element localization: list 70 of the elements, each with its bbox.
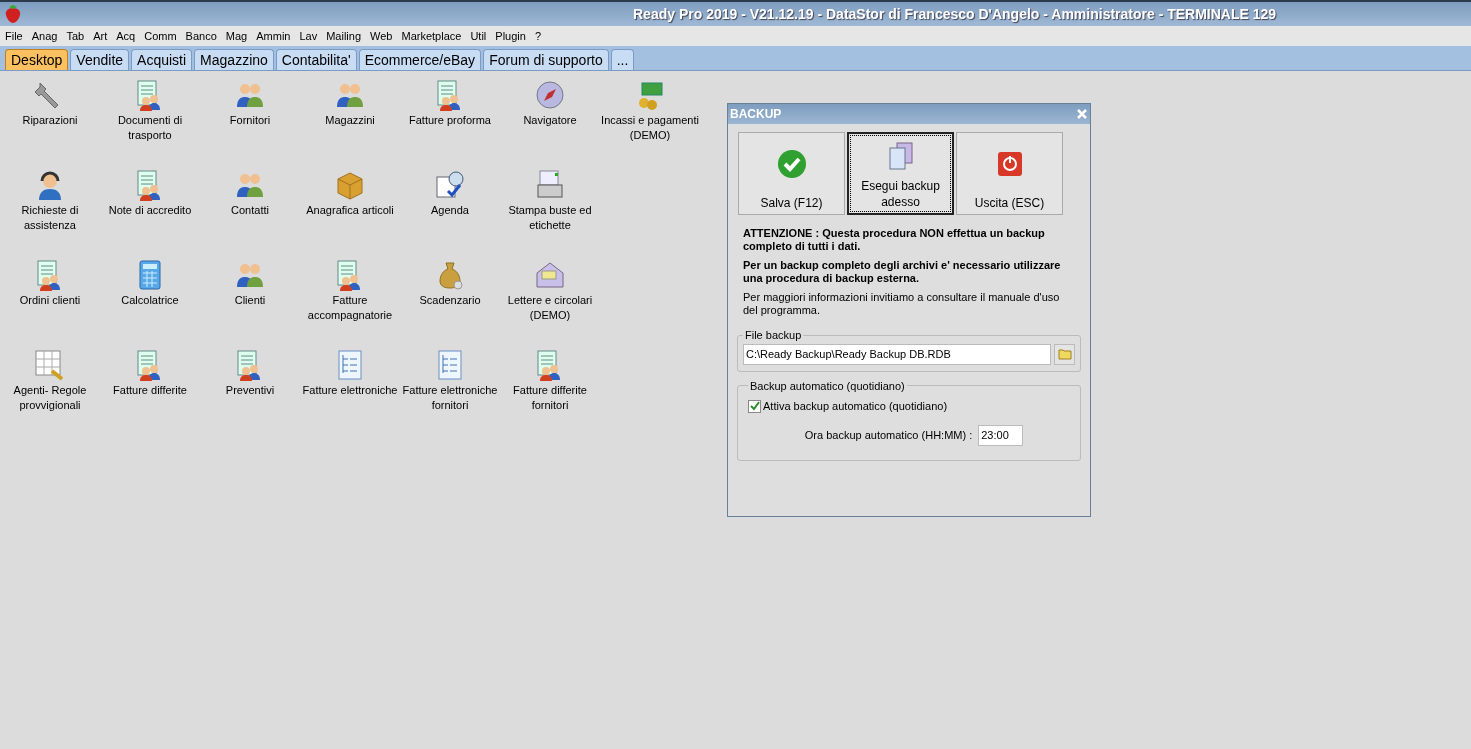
shortcut-label[interactable]: Magazzini [301,113,399,128]
folder-icon [1057,348,1072,360]
close-icon[interactable] [1076,108,1088,120]
menu-item[interactable]: Mag [225,27,248,45]
shortcut-label[interactable]: Fatture differite [101,383,199,398]
shortcut-label[interactable]: Clienti [201,293,299,308]
menu-item[interactable]: Web [370,27,393,45]
shortcut-label[interactable]: Richieste di assistenza [1,203,99,233]
shortcut-label[interactable]: Calcolatrice [101,293,199,308]
shortcut-label[interactable]: Note di accredito [101,203,199,218]
shortcut-label[interactable]: Lettere e circolari (DEMO) [501,293,599,323]
shortcut-label[interactable]: Stampa buste ed etichette [501,203,599,233]
toolbar-button[interactable]: Uscita (ESC) [956,132,1063,215]
shortcut-label[interactable]: Fatture elettroniche [301,383,399,398]
shortcut-label[interactable]: Preventivi [201,383,299,398]
tab[interactable]: Ecommerce/eBay [358,49,482,70]
strawberry-icon [4,4,22,24]
shortcut-label[interactable]: Contatti [201,203,299,218]
shortcut-label[interactable]: Agenti- Regole provvigionali [1,383,99,413]
time-label: Ora backup automatico (HH:MM) : [804,427,973,443]
power-icon [996,151,1023,177]
shortcut-label[interactable]: Anagrafica articoli [301,203,399,218]
shortcut-label[interactable]: Incassi e pagamenti (DEMO) [601,113,699,143]
time-field[interactable]: 23:00 [978,424,1024,446]
menu-item[interactable]: Comm [144,27,177,45]
check-icon [776,149,807,179]
group-legend: Backup automatico (quotidiano) [748,377,907,394]
tab[interactable]: ... [610,49,635,70]
checkmark-icon [749,401,760,412]
info-text: Per maggiori informazioni invitiamo a consultare il manuale d'uso del programma. [743,291,1061,317]
shortcut-label[interactable]: Fatture differite fornitori [501,383,599,413]
shortcut-label[interactable]: Ordini clienti [1,293,99,308]
menu-item[interactable]: Tab [66,27,85,45]
tab[interactable]: Desktop [5,49,69,70]
menu-item[interactable]: File [5,27,23,45]
menu-item[interactable]: Mailing [326,27,362,45]
menu-item[interactable]: Util [470,27,487,45]
tab[interactable]: Vendite [70,49,130,70]
shortcut-label[interactable]: Documenti di trasporto [101,113,199,143]
checkbox[interactable] [748,399,761,413]
shortcut-label[interactable]: Navigatore [501,113,599,128]
warning-text: Per un backup completo degli archivi e' necessario utilizzare una procedura di backup esterna. [743,259,1062,285]
shortcut-label[interactable]: Scadenzario [401,293,499,308]
menu-item[interactable]: Marketplace [401,27,462,45]
menu-item[interactable]: Banco [185,27,217,45]
group-legend: File backup [743,327,804,344]
file-path-field[interactable]: C:\Ready Backup\Ready Backup DB.RDB [743,343,1051,365]
menu-item[interactable]: ? [534,27,541,45]
window-title: Ready Pro 2019 - V21.12.19 - DataStor di Francesco D'Angelo - Amministratore - TERMINALE 129 [633,4,1277,24]
dialog-title: BACKUP [730,106,782,123]
toolbar-button[interactable]: Salva (F12) [738,132,845,215]
shortcut-label[interactable]: Fornitori [201,113,299,128]
menu-item[interactable]: Acq [116,27,136,45]
tab[interactable]: Forum di supporto [483,49,609,70]
warning-text: ATTENZIONE : Questa procedura NON effettua un backup completo di tutti i dati. [743,227,1046,253]
tab[interactable]: Acquisti [131,49,193,70]
shortcut-label[interactable]: Fatture elettroniche fornitori [401,383,499,413]
shortcut-label[interactable]: Fatture proforma [401,113,499,128]
checkbox-label[interactable]: Attiva backup automatico (quotidiano) [763,398,948,415]
tab[interactable]: Magazzino [194,49,274,70]
menu-item[interactable]: Art [93,27,108,45]
shortcut-label[interactable]: Fatture accompagnatorie [301,293,399,323]
toolbar-button[interactable]: Esegui backup adesso [847,132,954,215]
menu-item[interactable]: Anag [31,27,58,45]
menu-item[interactable]: Lav [299,27,318,45]
menu-item[interactable]: Plugin [495,27,526,45]
shortcut-label[interactable]: Riparazioni [1,113,99,128]
shortcut-label[interactable]: Agenda [401,203,499,218]
tab[interactable]: Contabilita' [275,49,357,70]
menu-item[interactable]: Ammin [256,27,291,45]
